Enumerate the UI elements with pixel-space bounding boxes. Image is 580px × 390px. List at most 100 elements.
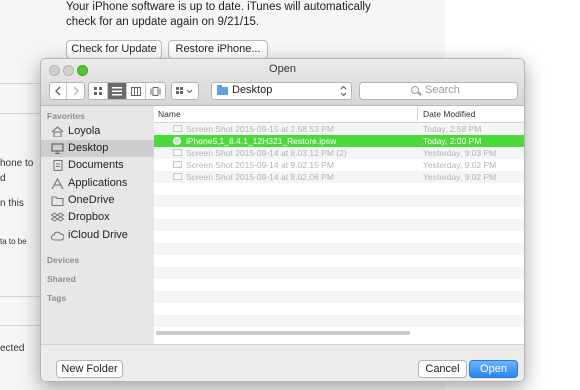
name-column-header[interactable]: Name [158, 109, 181, 119]
sidebar-item-dropbox[interactable]: Dropbox [41, 209, 154, 226]
cancel-button[interactable]: Cancel [418, 360, 467, 378]
tags-header[interactable]: Tags [47, 293, 66, 303]
arrange-button[interactable] [171, 82, 199, 100]
icon-view-button[interactable] [89, 83, 108, 99]
sidebar-item-label: Applications [68, 177, 128, 189]
coverflow-view-button[interactable] [146, 83, 165, 99]
sidebar-item-desktop[interactable]: Desktop [41, 140, 154, 157]
sidebar-item-icloud-drive[interactable]: iCloud Drive [41, 227, 154, 244]
divider [0, 113, 40, 114]
file-name: iPhone5,1_8.4.1_12H321_Restore.ipsw [186, 136, 337, 146]
view-mode-control [88, 82, 166, 100]
list-icon [112, 86, 122, 95]
bg-text: hone to [0, 158, 34, 169]
bg-text: ta to be [0, 237, 27, 246]
file-row[interactable]: Screen Shot 2015-09-15 at 2.58.53 PM Tod… [154, 123, 524, 135]
updown-arrows-icon [340, 83, 347, 98]
sidebar-item-applications[interactable]: Applications [41, 175, 154, 192]
sidebar-item-label: Loyola [68, 125, 101, 137]
file-list: Name Date Modified Screen Shot 2015-09-1… [154, 106, 524, 344]
dialog-footer: New Folder Cancel Open [41, 344, 524, 381]
favorites-header: Favorites [47, 111, 85, 121]
grid-icon [93, 86, 102, 95]
sidebar-item-onedrive[interactable]: OneDrive [41, 192, 154, 209]
divider [0, 83, 40, 84]
list-view-button[interactable] [108, 83, 127, 99]
devices-header[interactable]: Devices [47, 255, 79, 265]
search-field[interactable]: Search [359, 82, 518, 100]
image-file-icon [173, 125, 182, 132]
file-name: Screen Shot 2015-09-14 at 9.03.12 PM (2) [186, 148, 347, 158]
sidebar-item-loyola[interactable]: Loyola [41, 123, 154, 140]
file-date: Yesterday, 9:02 PM [423, 160, 497, 170]
check-update-button[interactable]: Check for Update [66, 40, 162, 59]
sidebar-item-label: iCloud Drive [68, 229, 128, 241]
home-icon [51, 126, 64, 137]
open-dialog: Open Desktop Search Favorites Loyola Des… [40, 58, 525, 382]
folder-icon [51, 196, 64, 206]
column-header: Name Date Modified [154, 106, 524, 123]
restore-iphone-button[interactable]: Restore iPhone... [168, 40, 268, 59]
chevron-right-icon [73, 86, 79, 96]
column-view-button[interactable] [127, 83, 146, 99]
dropbox-icon [51, 212, 64, 222]
sidebar-item-label: Dropbox [68, 211, 110, 223]
file-date: Today, 2:58 PM [423, 124, 482, 134]
status-line-1: Your iPhone software is up to date. iTun… [66, 1, 371, 13]
image-file-icon [173, 161, 182, 168]
forward-button[interactable] [67, 83, 84, 99]
file-row-selected[interactable]: iPhone5,1_8.4.1_12H321_Restore.ipsw Toda… [154, 135, 524, 147]
status-line-2: check for an update again on 9/21/15. [66, 16, 260, 28]
empty-row [154, 315, 524, 327]
horizontal-scrollbar[interactable] [156, 331, 410, 335]
columns-icon [131, 86, 141, 96]
image-file-icon [173, 149, 182, 156]
applications-icon [51, 178, 64, 189]
dialog-title: Open [269, 63, 296, 75]
dialog-titlebar: Open Desktop Search [41, 59, 524, 106]
file-date: Today, 2:00 PM [423, 136, 482, 146]
sidebar-item-label: Documents [68, 159, 124, 171]
arrange-icon [176, 87, 193, 94]
cloud-icon [51, 231, 64, 241]
sidebar: Favorites Loyola Desktop Documents Appli… [41, 106, 155, 344]
new-folder-button[interactable]: New Folder [56, 360, 123, 378]
empty-row [154, 243, 524, 255]
location-popup[interactable]: Desktop [211, 82, 352, 100]
empty-row [154, 219, 524, 231]
sidebar-item-documents[interactable]: Documents [41, 157, 154, 174]
search-icon [411, 86, 419, 94]
bg-text: ected [0, 343, 25, 354]
ipsw-file-icon [173, 137, 181, 145]
coverflow-icon [150, 86, 161, 96]
date-column-header[interactable]: Date Modified [423, 109, 475, 119]
location-label: Desktop [232, 84, 273, 96]
chevron-left-icon [55, 86, 61, 96]
file-row[interactable]: Screen Shot 2015-09-14 at 9.02.06 PM Yes… [154, 171, 524, 183]
bg-text: n this [0, 198, 24, 209]
file-date: Yesterday, 9:02 PM [423, 172, 497, 182]
open-button[interactable]: Open [469, 360, 518, 378]
sidebar-item-label: Desktop [68, 142, 109, 154]
image-file-icon [173, 173, 182, 180]
empty-row [154, 267, 524, 279]
empty-row [154, 195, 524, 207]
shared-header[interactable]: Shared [47, 274, 76, 284]
update-status: Your iPhone software is up to date. iTun… [66, 0, 386, 30]
folder-icon [217, 85, 228, 95]
bg-text: d [0, 173, 6, 184]
sidebar-item-label: OneDrive [68, 194, 115, 206]
empty-row [154, 291, 524, 303]
file-row[interactable]: Screen Shot 2015-09-14 at 9.02.15 PM Yes… [154, 159, 524, 171]
back-button[interactable] [50, 83, 67, 99]
desktop-icon [51, 143, 64, 154]
file-name: Screen Shot 2015-09-15 at 2.58.53 PM [186, 124, 334, 134]
file-name: Screen Shot 2015-09-14 at 9.02.06 PM [186, 172, 334, 182]
documents-icon [53, 160, 63, 171]
nav-buttons [49, 82, 85, 100]
divider [0, 325, 40, 326]
divider [0, 296, 40, 297]
column-separator [417, 107, 418, 121]
file-row[interactable]: Screen Shot 2015-09-14 at 9.03.12 PM (2)… [154, 147, 524, 159]
search-placeholder: Search [425, 84, 460, 96]
